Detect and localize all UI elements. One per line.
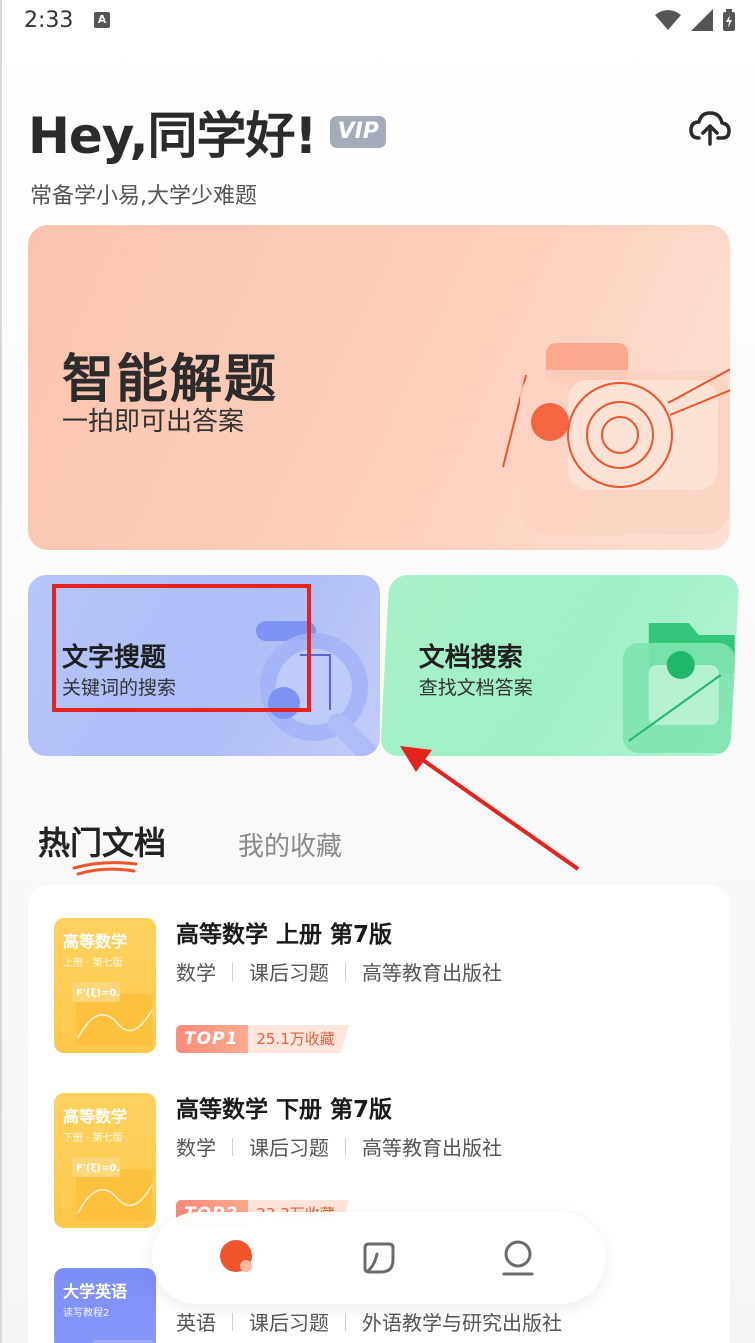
tag-divider xyxy=(232,962,233,981)
greeting-subtitle: 常备学小易,大学少难题 xyxy=(30,184,257,209)
doc-search-card[interactable]: 文档搜索 查找文档答案 xyxy=(380,575,740,756)
tag-divider xyxy=(345,1312,346,1331)
doc-search-title: 文档搜索 xyxy=(418,643,523,673)
annotation-highlight-box xyxy=(52,584,311,712)
tab-my-favorites[interactable]: 我的收藏 xyxy=(238,826,342,863)
home-icon[interactable] xyxy=(214,1234,262,1282)
profile-icon[interactable] xyxy=(494,1234,542,1282)
book-art-icon xyxy=(92,1340,154,1343)
folder-icon xyxy=(622,623,735,753)
greeting-title: Hey,同学好! xyxy=(28,107,317,165)
document-title: 高等数学 下册 第7版 xyxy=(176,1097,393,1123)
smart-solve-card[interactable]: 智能解题 一拍即可出答案 xyxy=(28,225,730,550)
app-screen: 2:33 A Hey,同学好! VIP 常备学小易,大学少难题 智能解题 一拍即… xyxy=(0,0,755,1343)
tag-subject: 数学 xyxy=(176,961,216,985)
battery-icon xyxy=(723,9,735,31)
book-cover-formula: F'(ξ)=0. xyxy=(76,1163,120,1174)
document-tags: 数学 课后习题 高等教育出版社 xyxy=(176,1132,502,1161)
rank-badge: TOP1 25.1万收藏 xyxy=(176,1025,349,1053)
document-item[interactable]: 高等数学 上册 · 第七版 F'(ξ)=0. 高等数学 上册 第7版 数学 课后习… xyxy=(28,885,730,1055)
cloud-upload-icon[interactable] xyxy=(688,106,732,150)
book-cover: 高等数学 上册 · 第七版 F'(ξ)=0. xyxy=(54,918,156,1053)
tag-divider xyxy=(232,1312,233,1331)
tag-publisher: 外语教学与研究出版社 xyxy=(362,1311,562,1335)
notification-icon: A xyxy=(94,12,110,28)
book-cover-title: 高等数学 xyxy=(63,932,128,951)
book-cover-subtitle: 下册 · 第七版 xyxy=(63,1133,123,1144)
tag-type: 课后习题 xyxy=(249,1136,329,1160)
document-title: 高等数学 上册 第7版 xyxy=(176,922,393,948)
rank-label: TOP1 xyxy=(176,1025,249,1053)
bottom-navigation xyxy=(152,1212,606,1304)
smart-solve-subtitle: 一拍即可出答案 xyxy=(62,407,245,437)
document-tags: 数学 课后习题 高等教育出版社 xyxy=(176,957,502,986)
book-cover-title: 大学英语 xyxy=(63,1282,128,1301)
status-time: 2:33 xyxy=(24,8,74,33)
doc-search-content: 文档搜索 查找文档答案 xyxy=(385,575,735,756)
status-bar: 2:33 A xyxy=(0,0,755,44)
document-item[interactable]: 高等数学 下册 · 第七版 F'(ξ)=0. 高等数学 下册 第7版 数学 课后习… xyxy=(28,1060,730,1230)
document-icon[interactable] xyxy=(355,1234,403,1282)
tag-subject: 英语 xyxy=(176,1311,216,1335)
tag-divider xyxy=(345,962,346,981)
graph-icon: F'(ξ)=0. xyxy=(72,982,153,1046)
book-cover-subtitle: 上册 · 第七版 xyxy=(63,958,123,969)
wifi-icon xyxy=(655,10,681,30)
doc-search-subtitle: 查找文档答案 xyxy=(418,677,533,699)
camera-icon xyxy=(502,343,730,535)
window-edge xyxy=(0,0,2,1343)
greeting-row: Hey,同学好! VIP xyxy=(28,96,387,168)
book-cover: 大学英语 读写教程2 xyxy=(54,1268,156,1343)
tag-divider xyxy=(232,1137,233,1156)
signal-icon xyxy=(691,9,713,31)
tag-publisher: 高等教育出版社 xyxy=(362,1136,502,1160)
book-cover-formula: F'(ξ)=0. xyxy=(76,988,120,999)
tag-publisher: 高等教育出版社 xyxy=(362,961,502,985)
graph-icon: F'(ξ)=0. xyxy=(72,1157,153,1221)
tag-type: 课后习题 xyxy=(249,1311,329,1335)
book-cover-title: 高等数学 xyxy=(63,1107,128,1126)
tag-subject: 数学 xyxy=(176,1136,216,1160)
tag-type: 课后习题 xyxy=(249,961,329,985)
book-cover: 高等数学 下册 · 第七版 F'(ξ)=0. xyxy=(54,1093,156,1228)
tag-divider xyxy=(345,1137,346,1156)
vip-badge[interactable]: VIP xyxy=(330,116,387,148)
favorites-count: 25.1万收藏 xyxy=(248,1025,349,1053)
tab-underline-icon xyxy=(72,861,138,876)
annotation-arrow-icon xyxy=(400,746,580,871)
document-tags: 英语 课后习题 外语教学与研究出版社 xyxy=(176,1307,562,1336)
book-cover-subtitle: 读写教程2 xyxy=(63,1308,110,1319)
status-icons xyxy=(655,9,735,31)
